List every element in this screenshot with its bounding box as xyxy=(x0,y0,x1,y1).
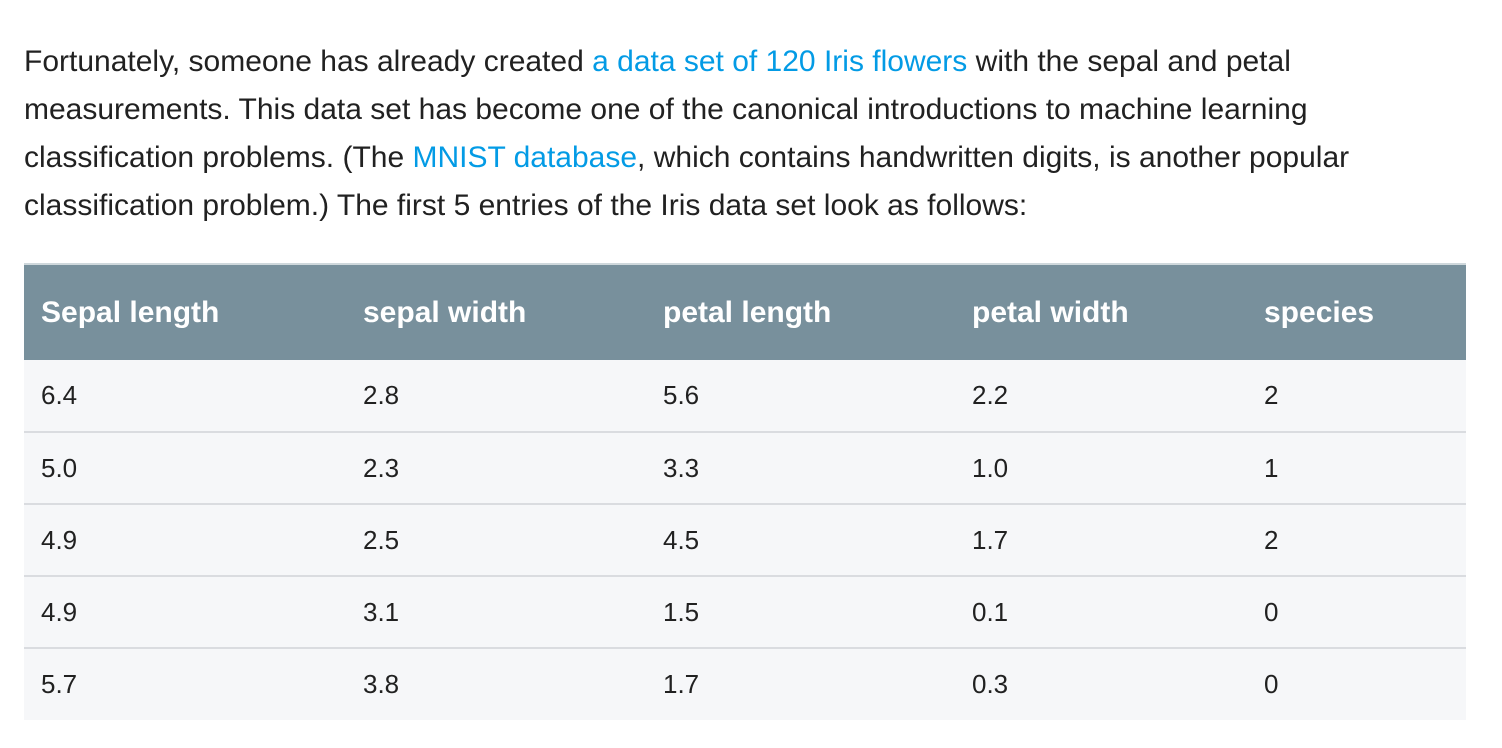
table-row: 4.9 3.1 1.5 0.1 0 xyxy=(24,576,1466,648)
intro-paragraph: Fortunately, someone has already created… xyxy=(24,38,1466,230)
cell-petal-length: 1.7 xyxy=(663,669,700,699)
header-sepal-length: Sepal length xyxy=(41,295,220,329)
header-petal-width: petal width xyxy=(972,295,1129,329)
text-segment: , which contains handwritten digits, is … xyxy=(637,141,1350,174)
cell-sepal-length: 6.4 xyxy=(41,380,78,410)
cell-petal-width: 0.1 xyxy=(972,596,1009,627)
table-header-row: Sepal length sepal width petal length pe… xyxy=(24,264,1466,360)
cell-sepal-width: 3.8 xyxy=(363,669,400,699)
cell-petal-length: 4.5 xyxy=(663,524,700,555)
cell-species: 2 xyxy=(1264,524,1279,555)
cell-sepal-length: 4.9 xyxy=(41,596,78,627)
cell-sepal-length: 5.0 xyxy=(41,452,78,483)
article-body: Fortunately, someone has already created… xyxy=(24,38,1466,230)
cell-petal-width: 2.2 xyxy=(972,380,1009,410)
cell-sepal-width: 2.3 xyxy=(363,452,400,483)
text-segment: classification problems. (The xyxy=(24,141,413,174)
cell-petal-length: 3.3 xyxy=(663,452,700,483)
paragraph-line-3: classification problems. (The MNIST data… xyxy=(24,134,1466,182)
cell-sepal-width: 2.8 xyxy=(363,380,400,410)
iris-dataset-link[interactable]: a data set of 120 Iris flowers xyxy=(592,45,967,78)
cell-species: 1 xyxy=(1264,452,1279,483)
table-row: 5.0 2.3 3.3 1.0 1 xyxy=(24,432,1466,504)
cell-sepal-width: 3.1 xyxy=(363,596,400,627)
cell-petal-length: 5.6 xyxy=(663,380,700,410)
cell-species: 2 xyxy=(1264,380,1279,410)
header-sepal-width: sepal width xyxy=(363,295,527,329)
cell-petal-length: 1.5 xyxy=(663,596,700,627)
text-segment: with the sepal and petal xyxy=(967,45,1291,78)
cell-sepal-length: 4.9 xyxy=(41,524,78,555)
paragraph-line-1: Fortunately, someone has already created… xyxy=(24,38,1466,86)
text-segment: Fortunately, someone has already created xyxy=(24,45,593,78)
cell-petal-width: 1.7 xyxy=(972,524,1009,555)
paragraph-line-2: measurements. This data set has become o… xyxy=(24,93,1308,126)
table-row: 6.4 2.8 5.6 2.2 2 xyxy=(24,360,1466,432)
cell-species: 0 xyxy=(1264,669,1279,699)
table-row: 5.7 3.8 1.7 0.3 0 xyxy=(24,648,1466,720)
cell-petal-width: 0.3 xyxy=(972,669,1009,699)
header-petal-length: petal length xyxy=(663,295,832,329)
header-species: species xyxy=(1264,295,1375,329)
cell-species: 0 xyxy=(1264,596,1279,627)
table-row: 4.9 2.5 4.5 1.7 2 xyxy=(24,504,1466,576)
cell-petal-width: 1.0 xyxy=(972,452,1009,483)
cell-sepal-width: 2.5 xyxy=(363,524,400,555)
iris-data-table: Sepal length sepal width petal length pe… xyxy=(24,263,1466,720)
mnist-database-link[interactable]: MNIST database xyxy=(412,141,637,174)
cell-sepal-length: 5.7 xyxy=(41,669,78,699)
paragraph-line-4: classification problem.) The first 5 ent… xyxy=(24,189,1028,222)
